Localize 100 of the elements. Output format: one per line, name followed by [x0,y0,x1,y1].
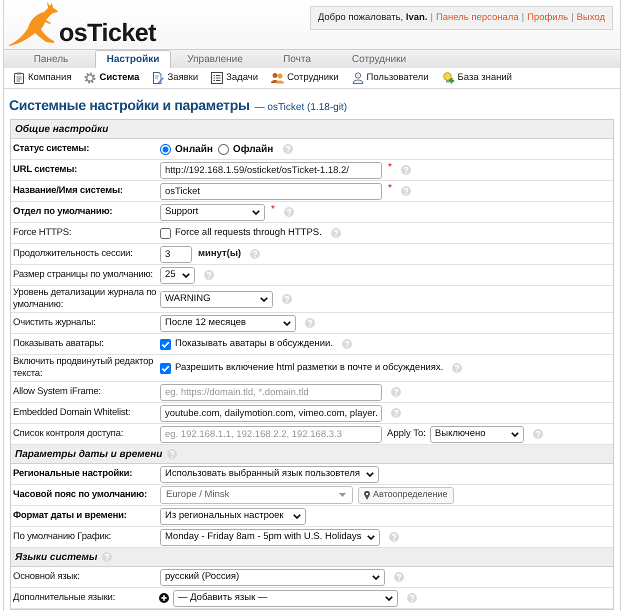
field-label: Размер страницы по умолчанию: [12,268,154,282]
page-title: Системные настройки и параметры [9,96,250,115]
add-icon[interactable] [159,593,169,603]
list-icon [211,72,224,84]
chevron-down-icon [182,272,190,278]
subnav-link[interactable]: Заявки [152,70,198,86]
lightbulb-icon [442,72,455,84]
help-icon[interactable] [283,144,294,154]
dropdown[interactable]: Monday - Friday 8am - 5pm with U.S. Holidays [160,528,380,546]
field-label: Статус системы: [12,142,90,156]
dropdown[interactable]: 25 [160,266,195,284]
dropdown[interactable]: Support [160,204,265,220]
field-label: Формат даты и времени: [12,509,128,523]
help-icon[interactable] [330,228,341,238]
text-field[interactable]: http://192.168.1.59/osticket/osTicket-1.18.2/ [160,162,382,178]
number-field[interactable]: 3 [160,246,192,262]
radio-label: Онлайн [175,142,213,156]
help-icon[interactable] [394,572,404,582]
help-icon[interactable] [250,249,260,259]
help-icon[interactable] [400,186,411,196]
field-label: Список контроля доступа: [12,427,124,441]
text-field[interactable]: youtube.com, dailymotion.com, vimeo.com, player. [160,404,382,422]
text-field[interactable]: osTicket [160,182,382,200]
field-label: Показывать аватары: [12,337,105,351]
separator: | [430,10,433,25]
separator: | [571,10,574,25]
field-label: URL системы: [12,163,78,177]
checkbox-label: Force all requests through HTTPS. [175,226,322,240]
person-icon [352,72,364,84]
kangaroo-icon[interactable] [8,2,58,46]
subnav-link[interactable]: Компания [13,70,72,86]
help-icon[interactable] [282,294,292,304]
chevron-down-icon [252,210,260,214]
help-icon[interactable] [452,363,462,373]
dropdown[interactable]: WARNING [160,290,273,308]
settings-icon [84,72,96,84]
field-label: Часовой пояс по умолчанию: [12,488,148,502]
field-label: Продолжительность сессии: [12,247,134,261]
checkbox-label: Показывать аватары в обсуждении. [175,336,333,351]
welcome-text: Добро пожаловать, Ivan. [318,10,428,25]
autodetect-button[interactable]: Автоопределение [358,486,454,504]
dropdown[interactable]: Использовать выбранный язык пользовтеля [160,466,380,482]
nav-tab[interactable]: Почта [259,50,335,68]
nav-tab[interactable]: Управление [177,50,253,68]
document-pencil-icon [152,72,164,84]
caret-down-icon [339,493,346,497]
chevron-down-icon [366,472,374,476]
help-icon[interactable] [342,339,352,349]
chevron-down-icon [260,296,268,302]
checkbox[interactable] [160,228,171,238]
checkbox[interactable] [160,338,171,350]
subnav-link[interactable]: Задачи [211,70,258,86]
help-icon[interactable] [102,552,112,562]
dropdown[interactable]: — Добавить язык — [173,590,398,606]
help-icon[interactable] [204,270,214,280]
radio-button[interactable] [218,144,229,154]
help-icon[interactable] [407,593,417,603]
subnav-link[interactable]: Система [84,70,140,86]
help-icon[interactable] [167,449,178,459]
timezone-dropdown[interactable]: Europe / Minsk [160,486,353,504]
chevron-down-icon [372,574,380,580]
field-label: Embedded Domain Whitelist: [12,406,132,420]
section-title: Общие настройки [15,122,108,136]
nav-tab[interactable]: Настройки [95,50,171,68]
nav-tab[interactable]: Панель [13,50,89,68]
clipboard-icon [13,72,25,84]
logo-text[interactable]: osTicket [59,20,156,47]
required-mark: * [388,163,392,173]
help-icon[interactable] [305,318,315,328]
help-icon[interactable] [389,532,400,542]
field-label: Дополнительные языки: [12,591,116,605]
field-label: По умолчанию График: [12,530,112,544]
subnav-link[interactable]: Пользователи [352,70,429,86]
checkbox-label: Разрешить включение html разметки в почте и обсуждениях. [175,360,444,375]
text-field[interactable]: eg. https://domain.tld, *.domain.tld [160,384,382,400]
subnav-link[interactable]: Сотрудники [271,70,339,86]
help-icon[interactable] [391,408,401,418]
page-subtitle: — osTicket (1.18-git) [254,101,348,115]
dropdown[interactable]: Из региональных настроек [160,508,306,524]
checkbox[interactable] [160,362,171,374]
nav-tab[interactable]: Сотрудники [341,50,417,68]
help-icon[interactable] [400,165,411,175]
text-field[interactable]: eg. 192.168.1.1, 192.168.2.2, 192.168.3.3 [160,426,382,442]
field-label: Название/Имя системы: [12,184,124,198]
field-label: Отдел по умолчанию: [12,205,114,219]
chevron-down-icon [367,534,376,540]
required-mark: * [388,184,392,194]
dropdown[interactable]: Выключено [430,426,524,442]
dropdown[interactable]: После 12 месяцев [160,314,296,332]
help-icon[interactable] [532,429,543,439]
help-icon[interactable] [284,207,294,217]
radio-button[interactable] [160,144,171,154]
dropdown[interactable]: русский (Россия) [160,568,385,586]
required-mark: * [271,205,275,215]
subnav-link[interactable]: База знаний [442,70,512,86]
map-pin-icon [364,490,370,500]
help-icon[interactable] [391,387,401,397]
field-label: Allow System iFrame: [12,385,102,399]
chevron-down-icon [293,514,301,518]
section-title: Параметры даты и времени [15,448,162,462]
